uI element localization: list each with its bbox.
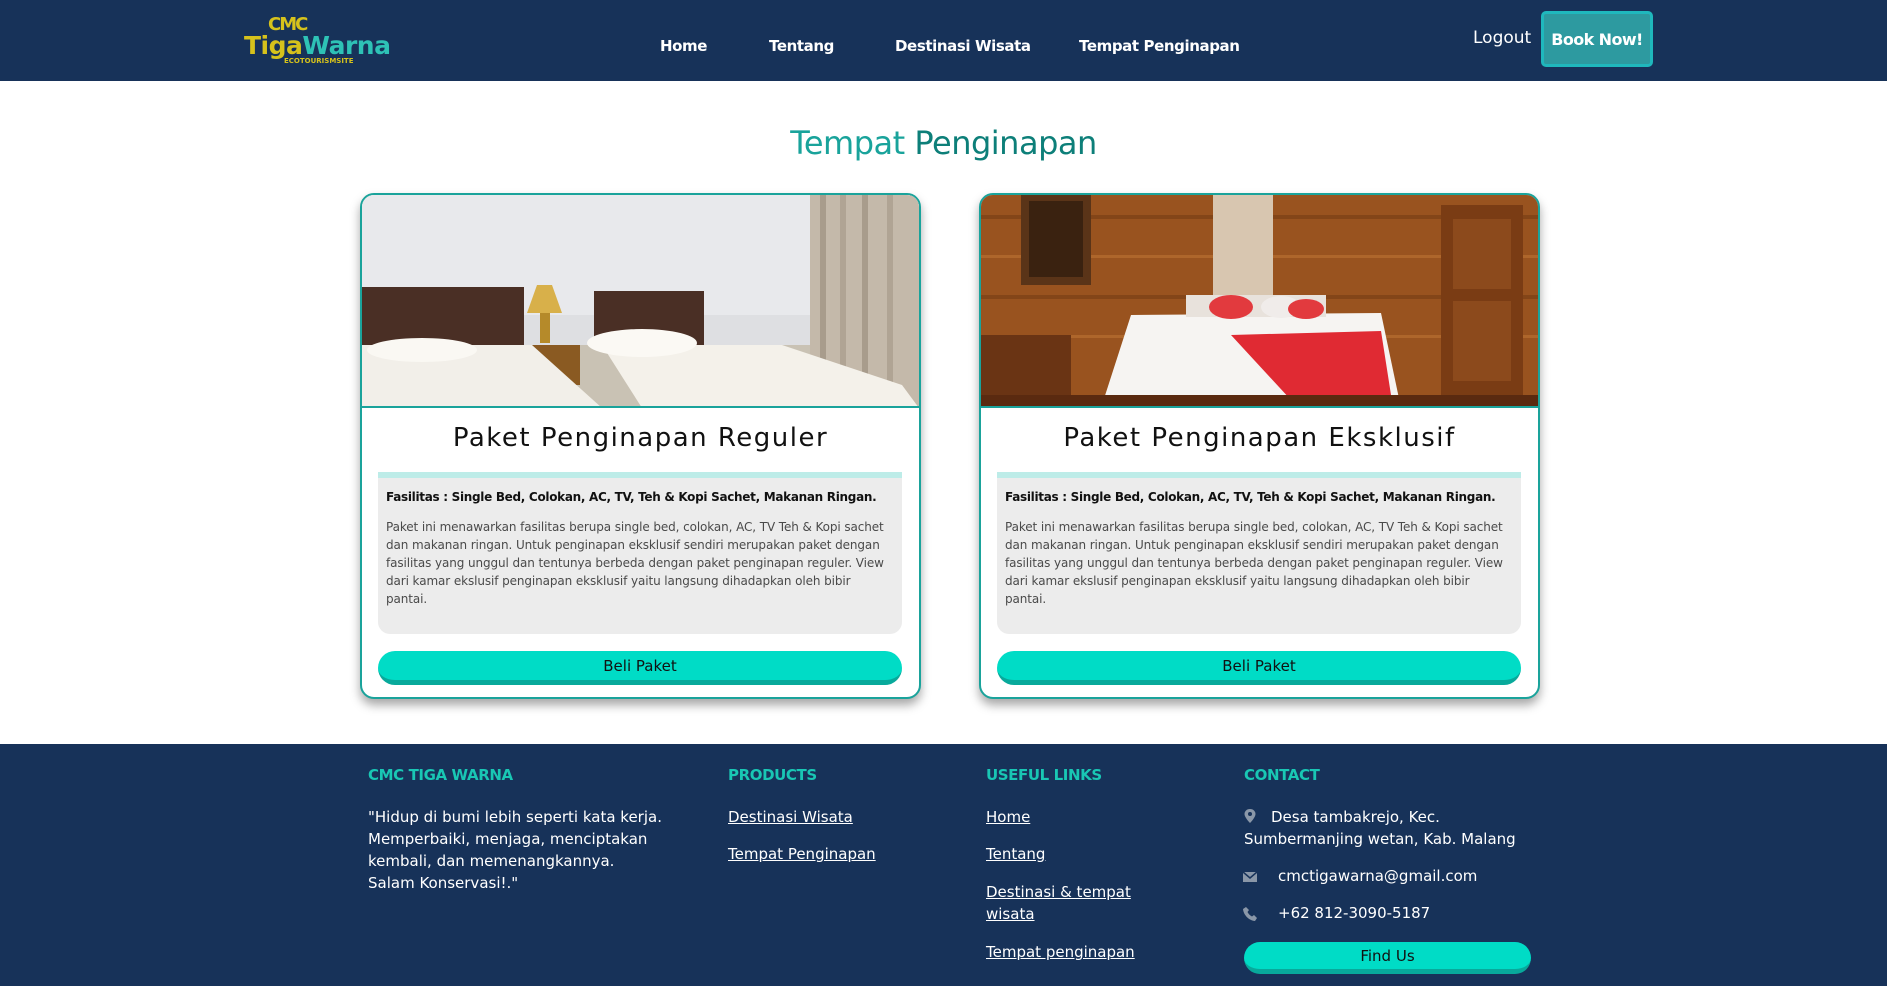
footer: CMC TIGA WARNA "Hidup di bumi lebih sepe… xyxy=(0,744,1887,986)
find-us-button[interactable]: Find Us xyxy=(1244,942,1531,974)
card-info-box: Fasilitas : Single Bed, Colokan, AC, TV,… xyxy=(997,472,1521,634)
navbar: CMC TigaWarna ECOTOURISMSITE Home Tentan… xyxy=(0,0,1887,81)
footer-address: Desa tambakrejo, Kec. Sumbermanjing weta… xyxy=(1244,808,1516,848)
nav-tempat-penginapan[interactable]: Tempat Penginapan xyxy=(1079,37,1240,55)
footer-useful-heading: USEFUL LINKS xyxy=(986,766,1102,784)
site-logo[interactable]: CMC TigaWarna ECOTOURISMSITE xyxy=(244,14,391,66)
footer-quote: "Hidup di bumi lebih seperti kata kerja.… xyxy=(368,808,662,892)
footer-phone: +62 812-3090-5187 xyxy=(1278,904,1431,922)
nav-destinasi-wisata[interactable]: Destinasi Wisata xyxy=(895,37,1031,55)
room-photo-eksklusif xyxy=(981,195,1538,408)
card-facilities: Fasilitas : Single Bed, Colokan, AC, TV,… xyxy=(1005,490,1496,504)
package-card-reguler: Paket Penginapan Reguler Fasilitas : Sin… xyxy=(360,193,921,699)
card-description: Paket ini menawarkan fasilitas berupa si… xyxy=(386,520,884,606)
room-photo-reguler xyxy=(362,195,919,408)
footer-email: cmctigawarna@gmail.com xyxy=(1278,867,1478,885)
logout-link[interactable]: Logout xyxy=(1473,28,1531,48)
footer-link-home[interactable]: Home xyxy=(986,806,1030,828)
buy-package-button[interactable]: Beli Paket xyxy=(997,651,1521,685)
footer-link-tempat-penginapan-2[interactable]: Tempat penginapan xyxy=(986,941,1135,963)
logo-main: TigaWarna xyxy=(244,31,391,60)
card-description: Paket ini menawarkan fasilitas berupa si… xyxy=(1005,520,1503,606)
nav-home[interactable]: Home xyxy=(660,37,707,55)
footer-link-tentang[interactable]: Tentang xyxy=(986,843,1045,865)
footer-contact-heading: CONTACT xyxy=(1244,766,1320,784)
page-title: Tempat Penginapan xyxy=(790,124,1097,162)
footer-link-destinasi-tempat-wisata[interactable]: Destinasi & tempat wisata xyxy=(986,881,1131,925)
card-info-box: Fasilitas : Single Bed, Colokan, AC, TV,… xyxy=(378,472,902,634)
footer-products-heading: PRODUCTS xyxy=(728,766,817,784)
card-facilities: Fasilitas : Single Bed, Colokan, AC, TV,… xyxy=(386,490,877,504)
card-title: Paket Penginapan Reguler xyxy=(452,423,829,453)
footer-link-destinasi-wisata[interactable]: Destinasi Wisata xyxy=(728,806,853,828)
nav-tentang[interactable]: Tentang xyxy=(769,37,834,55)
book-now-button[interactable]: Book Now! xyxy=(1541,11,1653,67)
phone-icon xyxy=(1243,907,1257,921)
buy-package-button[interactable]: Beli Paket xyxy=(378,651,902,685)
envelope-icon xyxy=(1243,871,1257,882)
logo-sub: ECOTOURISMSITE xyxy=(284,57,354,65)
card-title: Paket Penginapan Eksklusif xyxy=(1063,423,1456,453)
footer-link-tempat-penginapan[interactable]: Tempat Penginapan xyxy=(728,843,876,865)
package-card-eksklusif: Paket Penginapan Eksklusif Fasilitas : S… xyxy=(979,193,1540,699)
footer-brand-heading: CMC TIGA WARNA xyxy=(368,766,513,784)
